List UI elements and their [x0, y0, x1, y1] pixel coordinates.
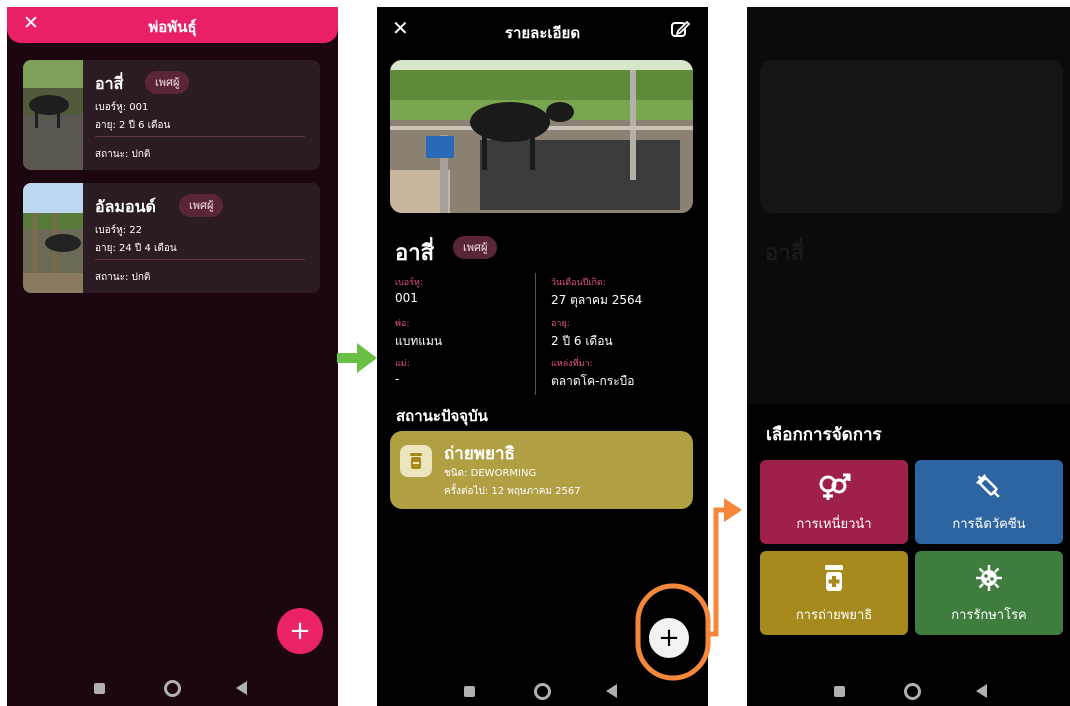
virus-icon — [915, 563, 1063, 597]
status: สถานะ: ปกติ — [95, 149, 151, 160]
vaccination-button[interactable]: การฉีดวัคซีน — [915, 460, 1063, 544]
father-label: พ่อ: — [395, 319, 410, 329]
nav-recents-button[interactable] — [464, 686, 475, 697]
nav-home-button[interactable] — [534, 683, 551, 700]
status-next-date: ครั้งต่อไป: 12 พฤษภาคม 2567 — [444, 486, 581, 497]
status-type: ชนิด: DEWORMING — [444, 468, 537, 479]
nav-recents-button[interactable] — [834, 686, 845, 697]
birth-date-label: วันเดือนปีเกิด: — [551, 278, 606, 288]
age-value: 2 ปี 6 เดือน — [551, 334, 613, 348]
ear-tag: เบอร์หู: 22 — [95, 225, 143, 236]
edit-icon[interactable] — [670, 19, 690, 39]
animal-photo — [23, 183, 83, 293]
sex-badge: เพศผู้ — [453, 236, 498, 259]
ear-tag-value: 001 — [395, 291, 418, 305]
nav-back-button[interactable] — [606, 684, 617, 698]
nav-home-button[interactable] — [904, 683, 921, 700]
mother-value: - — [395, 372, 400, 386]
dimmed-name: อาสี่ — [765, 241, 804, 266]
nav-back-button[interactable] — [976, 684, 987, 698]
tile-label: การฉีดวัคซีน — [952, 517, 1026, 532]
age: อายุ: 24 ปี 4 เดือน — [95, 243, 177, 254]
page-title: รายละเอียด — [504, 24, 581, 42]
induction-button[interactable]: การเหนี่ยวนำ — [760, 460, 908, 544]
age-label: อายุ: — [551, 319, 570, 329]
current-status-title: สถานะปัจจุบัน — [396, 407, 488, 425]
sex-badge: เพศผู้ — [145, 71, 190, 94]
add-button[interactable]: + — [277, 608, 323, 654]
medicine-icon — [760, 563, 908, 597]
sex-badge: เพศผู้ — [179, 194, 224, 217]
animal-photo — [390, 60, 693, 213]
tile-label: การถ่ายพยาธิ — [795, 608, 873, 623]
treatment-button[interactable]: การรักษาโรค — [915, 551, 1063, 635]
divider — [95, 259, 305, 260]
nav-recents-button[interactable] — [94, 683, 105, 694]
nav-back-button[interactable] — [236, 681, 247, 695]
header-bar: ✕ พ่อพันธุ์ — [7, 7, 338, 43]
father-value: แบทแมน — [395, 334, 443, 348]
page-title: พ่อพันธุ์ — [148, 18, 197, 36]
tile-label: การเหนี่ยวนำ — [796, 517, 872, 532]
ear-tag-label: เบอร์หู: — [395, 278, 423, 288]
mother-label: แม่: — [395, 359, 410, 369]
breeder-list-screen: ✕ พ่อพันธุ์ อาสี่ เพศผู้ เบอร์หู: 001 อา… — [7, 7, 338, 706]
action-sheet: เลือกการจัดการ การเหนี่ยวนำ การฉีดวัคซีน… — [747, 404, 1070, 706]
manage-screen: อาสี่ เลือกการจัดการ การเหนี่ยวนำ การฉีด… — [747, 7, 1070, 706]
birth-date-value: 27 ตุลาคม 2564 — [551, 293, 643, 307]
animal-photo — [23, 60, 83, 170]
divider — [95, 136, 305, 137]
tile-label: การรักษาโรค — [951, 608, 1027, 623]
medicine-icon — [400, 445, 432, 477]
deworming-button[interactable]: การถ่ายพยาธิ — [760, 551, 908, 635]
flow-arrow-green — [337, 343, 377, 373]
animal-name: อาสี่ — [95, 74, 124, 93]
source-value: ตลาดโค-กระบือ — [551, 374, 635, 388]
list-item[interactable]: อาสี่ เพศผู้ เบอร์หู: 001 อายุ: 2 ปี 6 เ… — [23, 60, 320, 170]
animal-name: อัลมอนด์ — [95, 197, 156, 216]
syringe-icon — [915, 472, 1063, 506]
nav-home-button[interactable] — [164, 680, 181, 697]
status: สถานะ: ปกติ — [95, 272, 151, 283]
gender-icon — [760, 472, 908, 506]
list-item[interactable]: อัลมอนด์ เพศผู้ เบอร์หู: 22 อายุ: 24 ปี … — [23, 183, 320, 293]
status-title: ถ่ายพยาธิ — [444, 444, 515, 464]
animal-name: อาสี่ — [395, 241, 434, 266]
dimmed-photo — [760, 60, 1063, 213]
flow-arrow-orange — [635, 498, 742, 681]
ear-tag: เบอร์หู: 001 — [95, 102, 149, 113]
divider — [535, 273, 536, 395]
sheet-title: เลือกการจัดการ — [766, 425, 882, 445]
age: อายุ: 2 ปี 6 เดือน — [95, 120, 171, 131]
source-label: แหล่งที่มา: — [551, 359, 593, 369]
